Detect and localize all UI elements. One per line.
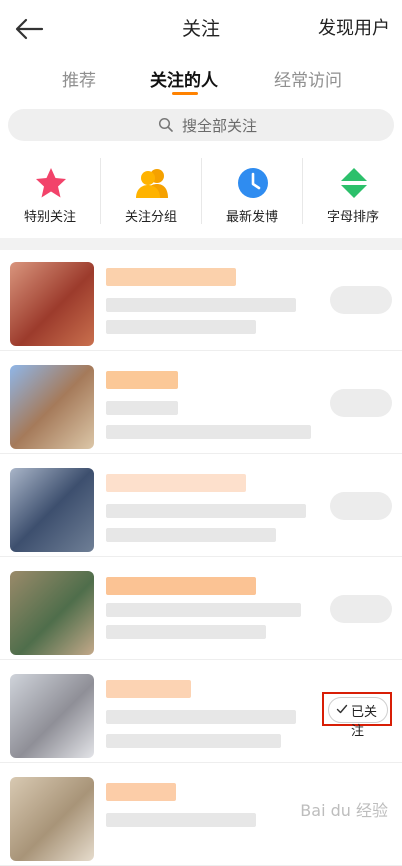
list-item[interactable]: 已关注 xyxy=(0,662,402,763)
avatar[interactable] xyxy=(10,674,94,758)
tab-recommend[interactable]: 推荐 xyxy=(62,66,96,91)
user-bio-blurred xyxy=(106,813,256,827)
alphabet-sort-button[interactable]: 字母排序 xyxy=(303,152,402,232)
tab-bar: 推荐 关注的人 经常访问 xyxy=(0,56,402,100)
top-bar: 关注 发现用户 xyxy=(0,0,402,56)
user-name-blurred xyxy=(106,680,191,698)
follow-button-blurred[interactable] xyxy=(330,595,392,623)
latest-posts-button[interactable]: 最新发博 xyxy=(202,152,302,232)
quick-action-label: 关注分组 xyxy=(124,210,177,225)
special-follow-button[interactable]: 特别关注 xyxy=(0,152,100,232)
avatar[interactable] xyxy=(10,365,94,449)
avatar[interactable] xyxy=(10,571,94,655)
user-name-blurred xyxy=(106,371,178,389)
list-item[interactable] xyxy=(0,456,402,557)
following-button[interactable]: 已关注 xyxy=(328,697,388,739)
user-name-blurred xyxy=(106,577,256,595)
user-bio-blurred xyxy=(106,710,296,724)
tab-following[interactable]: 关注的人 xyxy=(150,66,218,91)
quick-action-label: 字母排序 xyxy=(326,210,379,225)
search-input[interactable]: 搜全部关注 xyxy=(8,109,394,141)
user-name-blurred xyxy=(106,474,246,492)
check-icon xyxy=(336,704,348,714)
discover-users-button[interactable]: 发现用户 xyxy=(318,14,390,40)
following-label: 已关注 xyxy=(351,705,378,739)
user-bio-blurred xyxy=(106,625,266,639)
list-item[interactable] xyxy=(0,250,402,351)
user-bio-blurred xyxy=(106,734,281,748)
tab-frequent[interactable]: 经常访问 xyxy=(274,66,342,91)
clock-icon xyxy=(238,168,268,198)
follow-button-blurred[interactable] xyxy=(330,389,392,417)
avatar[interactable] xyxy=(10,262,94,346)
star-icon xyxy=(36,168,66,198)
avatar[interactable] xyxy=(10,468,94,552)
user-bio-blurred xyxy=(106,504,306,518)
sort-icon xyxy=(341,168,367,198)
user-bio-blurred xyxy=(106,425,311,439)
user-bio-blurred xyxy=(106,320,256,334)
follow-button-blurred[interactable] xyxy=(330,286,392,314)
list-item[interactable] xyxy=(0,353,402,454)
user-bio-blurred xyxy=(106,401,178,415)
follow-groups-button[interactable]: 关注分组 xyxy=(101,152,201,232)
avatar[interactable] xyxy=(10,777,94,861)
search-placeholder: 搜全部关注 xyxy=(182,117,258,135)
list-item[interactable] xyxy=(0,559,402,660)
quick-actions: 特别关注 关注分组 最新发博 字母排序 xyxy=(0,152,402,232)
group-icon xyxy=(136,169,168,198)
user-bio-blurred xyxy=(106,603,301,617)
watermark: Bai du 经验 xyxy=(300,801,388,820)
follow-button-blurred[interactable] xyxy=(330,492,392,520)
user-bio-blurred xyxy=(106,298,296,312)
user-name-blurred xyxy=(106,783,176,801)
active-tab-indicator xyxy=(172,92,198,95)
search-icon xyxy=(158,117,173,132)
highlight-box: 已关注 xyxy=(322,692,392,739)
user-name-blurred xyxy=(106,268,236,286)
quick-action-label: 最新发博 xyxy=(225,210,278,225)
user-bio-blurred xyxy=(106,528,276,542)
section-gap xyxy=(0,238,402,250)
quick-action-label: 特别关注 xyxy=(23,210,76,225)
